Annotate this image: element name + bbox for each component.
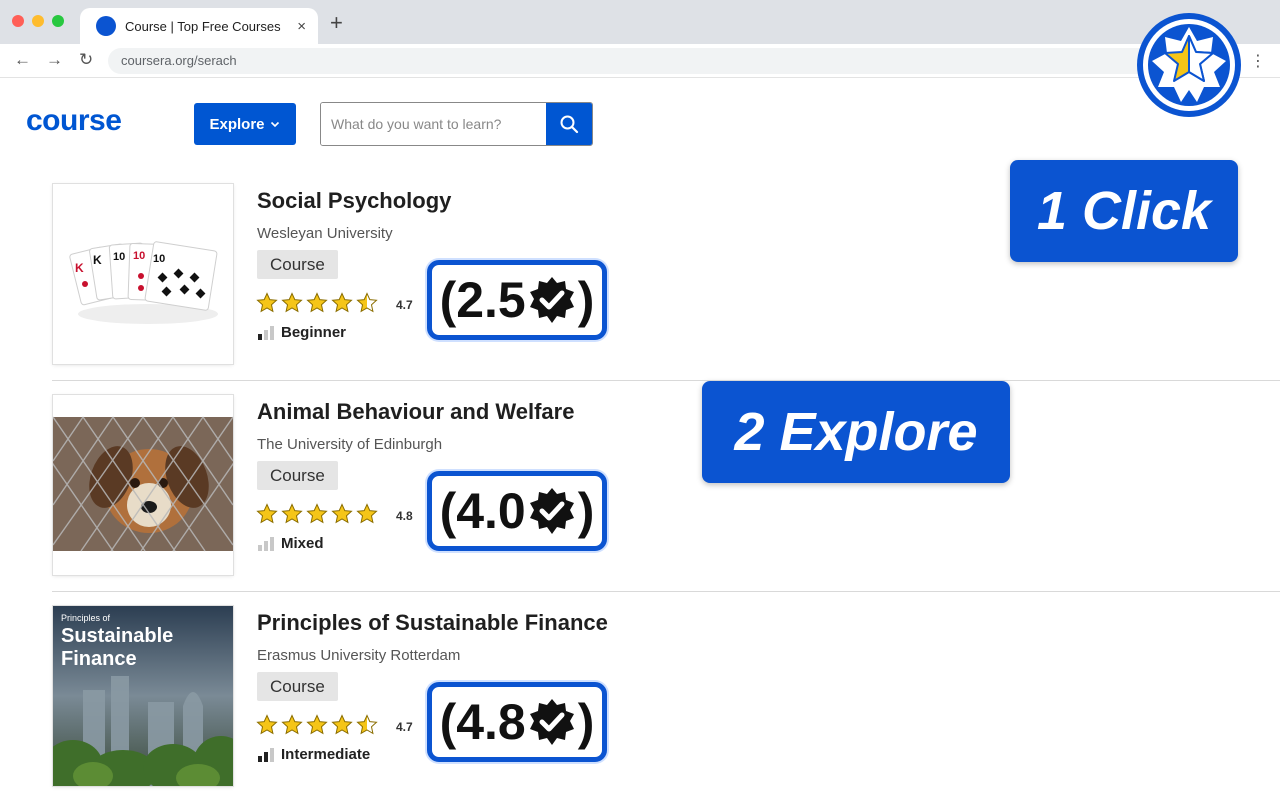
score-close-paren: ): [577, 694, 595, 750]
rating-value: 4.8: [396, 509, 413, 523]
star-full-icon: [256, 503, 278, 524]
rating-value: 4.7: [396, 298, 413, 312]
star-full-icon: [256, 292, 278, 313]
difficulty-level: Intermediate: [258, 746, 370, 763]
forward-arrow-icon[interactable]: →: [46, 50, 63, 70]
score-open-paren: (: [439, 483, 457, 539]
course-partner: The University of Edinburgh: [257, 436, 443, 453]
score-open-paren: (: [439, 694, 457, 750]
minimize-window-button[interactable]: [32, 15, 44, 27]
explore-button[interactable]: Explore: [194, 103, 296, 145]
star-rating: [256, 714, 378, 736]
star-full-icon: [281, 714, 303, 735]
divider: [52, 380, 1280, 381]
close-window-button[interactable]: [12, 15, 24, 27]
course-card[interactable]: K K 10 10 10 Social Psychology Wesleyan …: [0, 184, 1280, 384]
star-full-icon: [281, 503, 303, 524]
star-full-icon: [356, 503, 378, 524]
address-bar-row: ← → ↻ coursera.org/serach ⋮: [0, 44, 1280, 78]
tab-title: Course | Top Free Courses: [125, 18, 281, 34]
cover-text: Principles of Sustainable Finance: [61, 613, 173, 671]
star-full-icon: [331, 292, 353, 313]
maximize-window-button[interactable]: [52, 15, 64, 27]
svg-text:K: K: [75, 261, 84, 275]
cover-small-text: Principles of: [61, 613, 111, 623]
verified-check-icon: [527, 486, 577, 536]
site-logo[interactable]: course: [26, 104, 122, 138]
browser-tab-strip: Course | Top Free Courses × +: [0, 0, 1280, 44]
search-box: [320, 102, 593, 146]
favicon-icon: [96, 16, 116, 36]
star-full-icon: [306, 714, 328, 735]
star-half-icon: [356, 292, 378, 313]
star-full-icon: [306, 503, 328, 524]
course-card[interactable]: Principles of Sustainable Finance Princi…: [0, 606, 1280, 806]
score-open-paren: (: [439, 272, 457, 328]
star-rating: [256, 292, 378, 314]
browser-tab[interactable]: Course | Top Free Courses ×: [80, 8, 318, 44]
cover-title-line2: Finance: [61, 648, 137, 670]
star-full-icon: [256, 714, 278, 735]
course-partner: Erasmus University Rotterdam: [257, 647, 461, 664]
score-badge: ( 2.5 ): [427, 260, 607, 340]
course-thumbnail-playing-cards[interactable]: K K 10 10 10: [53, 184, 233, 364]
course-type-badge: Course: [257, 250, 338, 279]
course-thumbnail-dog[interactable]: [53, 395, 233, 575]
svg-text:10: 10: [113, 251, 125, 263]
course-partner: Wesleyan University: [257, 225, 393, 242]
search-icon: [560, 115, 579, 134]
explore-label: Explore: [209, 115, 265, 133]
dog-behind-fence-image: [53, 395, 233, 575]
svg-text:10: 10: [153, 253, 165, 265]
url-bar[interactable]: coursera.org/serach: [108, 48, 1238, 74]
star-full-icon: [331, 503, 353, 524]
reload-icon[interactable]: ↻: [79, 50, 93, 70]
course-title[interactable]: Principles of Sustainable Finance: [257, 610, 608, 636]
search-button[interactable]: [546, 103, 592, 145]
divider: [52, 591, 1280, 592]
course-title[interactable]: Animal Behaviour and Welfare: [257, 399, 574, 425]
score-close-paren: ): [577, 483, 595, 539]
level-label: Mixed: [281, 535, 324, 552]
star-full-icon: [306, 292, 328, 313]
new-tab-button[interactable]: +: [330, 11, 343, 35]
level-label: Intermediate: [281, 746, 371, 763]
score-value: 2.5: [456, 272, 526, 328]
course-card[interactable]: Animal Behaviour and Welfare The Univers…: [0, 395, 1280, 595]
window-controls: [12, 15, 64, 27]
course-type-badge: Course: [257, 461, 338, 490]
star-full-icon: [281, 292, 303, 313]
cover-title-line1: Sustainable: [61, 625, 174, 647]
verified-check-icon: [527, 697, 577, 747]
rating-value: 4.7: [396, 720, 413, 734]
course-title[interactable]: Social Psychology: [257, 188, 451, 214]
difficulty-level: Beginner: [258, 324, 346, 341]
star-badge-extension-icon[interactable]: [1133, 10, 1245, 120]
score-close-paren: ): [577, 272, 595, 328]
level-label: Beginner: [281, 324, 347, 341]
score-value: 4.0: [456, 483, 526, 539]
score-badge: ( 4.8 ): [427, 682, 607, 762]
browser-menu-icon[interactable]: ⋮: [1250, 51, 1266, 71]
search-input[interactable]: [321, 103, 546, 145]
course-type-badge: Course: [257, 672, 338, 701]
verified-check-icon: [527, 275, 577, 325]
level-bars-icon: [258, 325, 274, 340]
level-bars-icon: [258, 747, 274, 762]
playing-cards-image: K K 10 10 10: [53, 184, 233, 364]
star-full-icon: [331, 714, 353, 735]
star-rating: [256, 503, 378, 525]
back-arrow-icon[interactable]: ←: [14, 50, 31, 70]
svg-text:K: K: [93, 253, 102, 267]
tab-close-icon[interactable]: ×: [297, 18, 306, 35]
svg-text:10: 10: [133, 250, 145, 262]
level-bars-icon: [258, 536, 274, 551]
difficulty-level: Mixed: [258, 535, 324, 552]
course-thumbnail-finance[interactable]: Principles of Sustainable Finance: [53, 606, 233, 786]
star-half-icon: [356, 714, 378, 735]
chevron-down-icon: [270, 121, 279, 128]
score-value: 4.8: [456, 694, 526, 750]
score-badge: ( 4.0 ): [427, 471, 607, 551]
